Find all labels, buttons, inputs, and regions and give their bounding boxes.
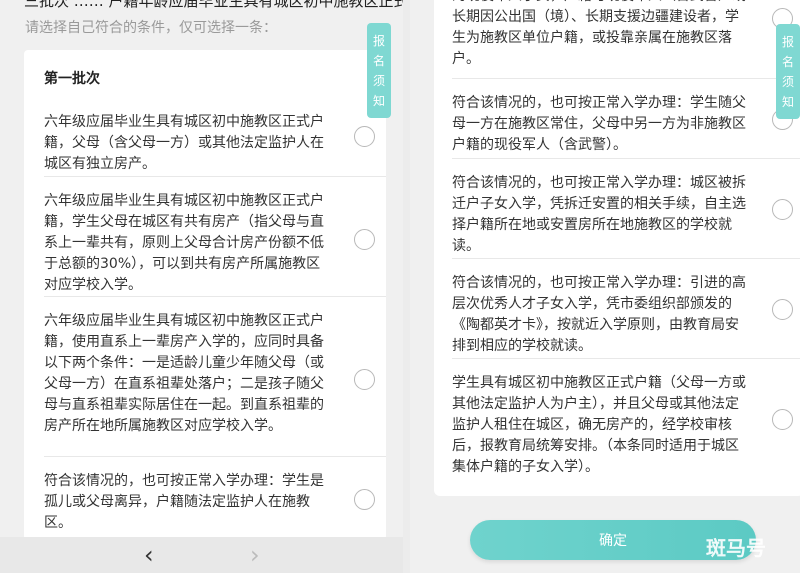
radio-button[interactable] <box>354 369 375 390</box>
left-screen: 三批次 …… 户籍年龄应届毕业生具有城区初中施教区正式户籍 请选择自己符合的条件… <box>0 0 403 573</box>
condition-option-1[interactable]: 六年级应届毕业生具有城区初中施教区正式户籍，父母（含父母一方）或其他法定监护人在… <box>44 98 386 176</box>
notice-char: 须 <box>781 74 794 89</box>
registration-notice-tab[interactable]: 报 名 须 知 <box>776 24 800 119</box>
option-text: 六年级应届毕业生具有城区初中施教区正式户籍，学生父母在城区有共有房产（指父母与直… <box>44 193 324 293</box>
notice-char: 名 <box>781 54 794 69</box>
forward-arrow-icon[interactable]: › <box>250 540 260 570</box>
option-text: 符合该情况的，也可按正常入学办理：城区被拆迁户子女入学，凭拆迁安置的相关手续，自… <box>452 175 746 254</box>
option-text: 学生具有城区初中施教区正式户籍（父母一方或其他法定监护人为户主），并且父母或其他… <box>452 375 746 475</box>
selection-prompt: 请选择自己符合的条件，仅可选择一条： <box>25 20 277 36</box>
back-arrow-icon[interactable]: ‹ <box>144 540 154 570</box>
option-text: 的现役军人子女，户籍与现役军人（含武警）或长期因公出国（境）、长期支援边疆建设者… <box>452 0 746 67</box>
option-text: 符合该情况的，也可按正常入学办理：学生是孤儿或父母离异，户籍随法定监护人在施教区… <box>44 473 324 531</box>
notice-char: 知 <box>781 94 794 109</box>
right-screen: 的现役军人子女，户籍与现役军人（含武警）或长期因公出国（境）、长期支援边疆建设者… <box>410 0 800 573</box>
option-text: 符合该情况的，也可按正常入学办理：学生随父母一方在施教区常住，父母中另一方为非施… <box>452 95 746 153</box>
condition-option-military[interactable]: 符合该情况的，也可按正常入学办理：学生随父母一方在施教区常住，父母中另一方为非施… <box>452 78 800 158</box>
radio-button[interactable] <box>354 229 375 250</box>
browser-nav-bar: ‹ › <box>0 537 403 573</box>
option-text: 符合该情况的，也可按正常入学办理：引进的高层次优秀人才子女入学，凭市委组织部颁发… <box>452 275 746 354</box>
registration-notice-tab[interactable]: 报 名 须 知 <box>367 23 391 118</box>
radio-button[interactable] <box>354 489 375 510</box>
radio-button[interactable] <box>772 409 793 430</box>
condition-option-talent[interactable]: 符合该情况的，也可按正常入学办理：引进的高层次优秀人才子女入学，凭市委组织部颁发… <box>452 258 800 358</box>
notice-char: 知 <box>372 93 385 108</box>
condition-option-3[interactable]: 六年级应届毕业生具有城区初中施教区正式户籍，使用直系上一辈房产入学的，应同时具备… <box>44 296 386 456</box>
conditions-card: 的现役军人子女，户籍与现役军人（含武警）或长期因公出国（境）、长期支援边疆建设者… <box>434 0 800 496</box>
batch-title: 第一批次 <box>44 71 100 87</box>
radio-button[interactable] <box>354 126 375 147</box>
option-text: 六年级应届毕业生具有城区初中施教区正式户籍，父母（含父母一方）或其他法定监护人在… <box>44 114 324 172</box>
cut-off-heading: 三批次 …… 户籍年龄应届毕业生具有城区初中施教区正式户籍 <box>24 0 403 10</box>
notice-char: 报 <box>781 34 794 49</box>
condition-option-rental[interactable]: 学生具有城区初中施教区正式户籍（父母一方或其他法定监护人为户主），并且父母或其他… <box>452 358 800 496</box>
watermark-logo: 斑马号 <box>706 536 766 560</box>
condition-option-relocation[interactable]: 符合该情况的，也可按正常入学办理：城区被拆迁户子女入学，凭拆迁安置的相关手续，自… <box>452 158 800 258</box>
condition-option-2[interactable]: 六年级应届毕业生具有城区初中施教区正式户籍，学生父母在城区有共有房产（指父母与直… <box>44 176 386 296</box>
option-text: 六年级应届毕业生具有城区初中施教区正式户籍，使用直系上一辈房产入学的，应同时具备… <box>44 313 324 434</box>
conditions-card: 第一批次 六年级应届毕业生具有城区初中施教区正式户籍，父母（含父母一方）或其他法… <box>24 50 386 540</box>
notice-char: 名 <box>372 53 385 68</box>
notice-char: 报 <box>372 33 385 48</box>
notice-char: 须 <box>372 73 385 88</box>
condition-option-4[interactable]: 符合该情况的，也可按正常入学办理：学生是孤儿或父母离异，户籍随法定监护人在施教区… <box>44 456 386 540</box>
condition-option-cut[interactable]: 的现役军人子女，户籍与现役军人（含武警）或长期因公出国（境）、长期支援边疆建设者… <box>452 0 800 78</box>
radio-button[interactable] <box>772 199 793 220</box>
radio-button[interactable] <box>772 299 793 320</box>
